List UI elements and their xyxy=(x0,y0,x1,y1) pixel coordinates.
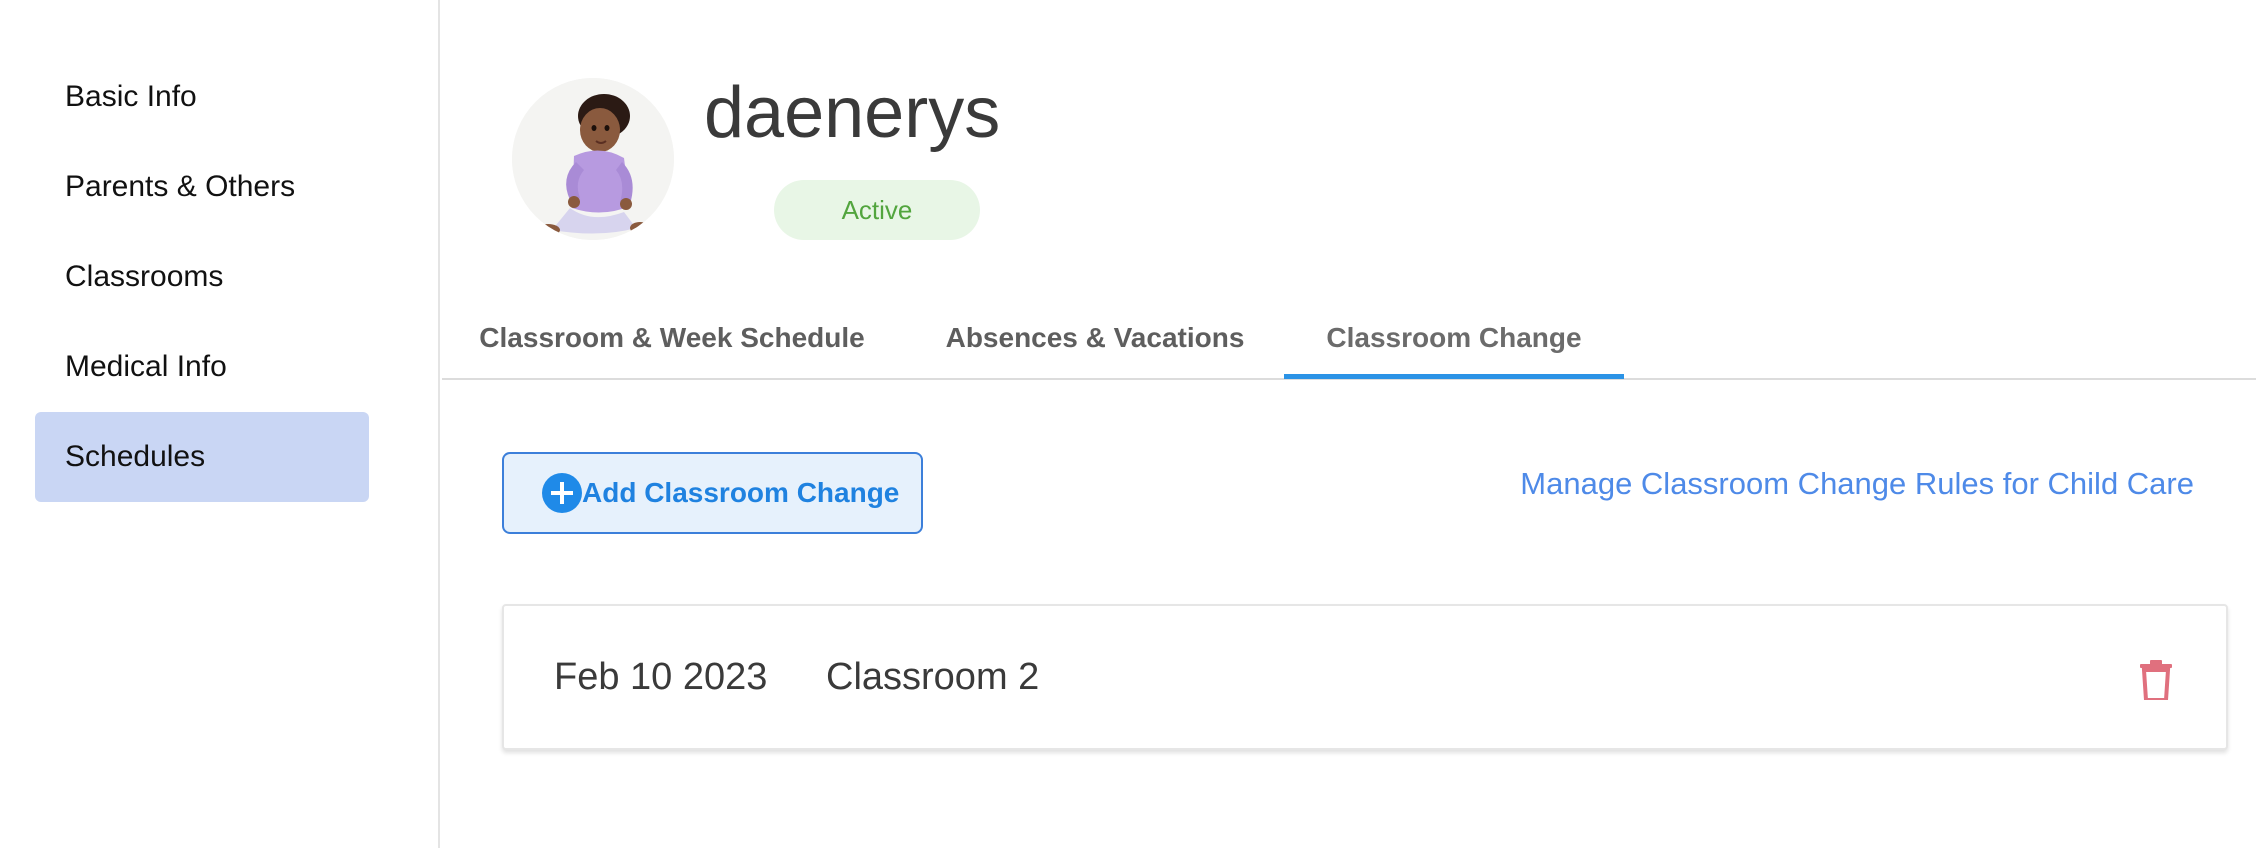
sidebar-item-label: Schedules xyxy=(65,440,206,473)
trash-icon[interactable] xyxy=(2140,660,2172,700)
child-name: daenerys xyxy=(704,73,1001,153)
sidebar-item-schedules[interactable]: Schedules xyxy=(35,412,369,502)
sidebar-item-classrooms[interactable]: Classrooms xyxy=(35,232,369,322)
sidebar: Basic Info Parents & Others Classrooms M… xyxy=(0,0,440,848)
sidebar-item-label: Medical Info xyxy=(65,350,227,383)
change-date: Feb 10 2023 xyxy=(554,656,768,698)
status-badge: Active xyxy=(774,180,980,240)
tab-classroom-change[interactable]: Classroom Change xyxy=(1284,296,1624,380)
plus-circle-icon xyxy=(542,473,582,513)
sidebar-item-medical-info[interactable]: Medical Info xyxy=(35,322,369,412)
manage-classroom-change-rules-link[interactable]: Manage Classroom Change Rules for Child … xyxy=(1520,466,2194,502)
change-classroom: Classroom 2 xyxy=(826,656,1040,698)
avatar xyxy=(512,78,674,240)
baby-photo xyxy=(512,78,674,240)
active-tab-indicator xyxy=(1284,374,1624,379)
classroom-change-row: Feb 10 2023 Classroom 2 xyxy=(502,604,2228,750)
schedule-tabs: Classroom & Week Schedule Absences & Vac… xyxy=(442,296,2256,380)
add-classroom-change-label: Add Classroom Change xyxy=(582,477,900,508)
sidebar-item-label: Parents & Others xyxy=(65,170,296,203)
sidebar-item-parents-others[interactable]: Parents & Others xyxy=(35,142,369,232)
main-content: daenerys Active Classroom & Week Schedul… xyxy=(442,0,2256,848)
sidebar-item-label: Classrooms xyxy=(65,260,224,293)
tab-absences-vacations[interactable]: Absences & Vacations xyxy=(946,296,1245,380)
tab-classroom-week-schedule[interactable]: Classroom & Week Schedule xyxy=(479,296,864,380)
add-classroom-change-button[interactable]: Add Classroom Change xyxy=(502,452,923,534)
profile-header: daenerys Active xyxy=(512,73,1112,248)
sidebar-item-basic-info[interactable]: Basic Info xyxy=(35,52,369,142)
page: Basic Info Parents & Others Classrooms M… xyxy=(0,0,2256,848)
sidebar-item-label: Basic Info xyxy=(65,80,197,113)
